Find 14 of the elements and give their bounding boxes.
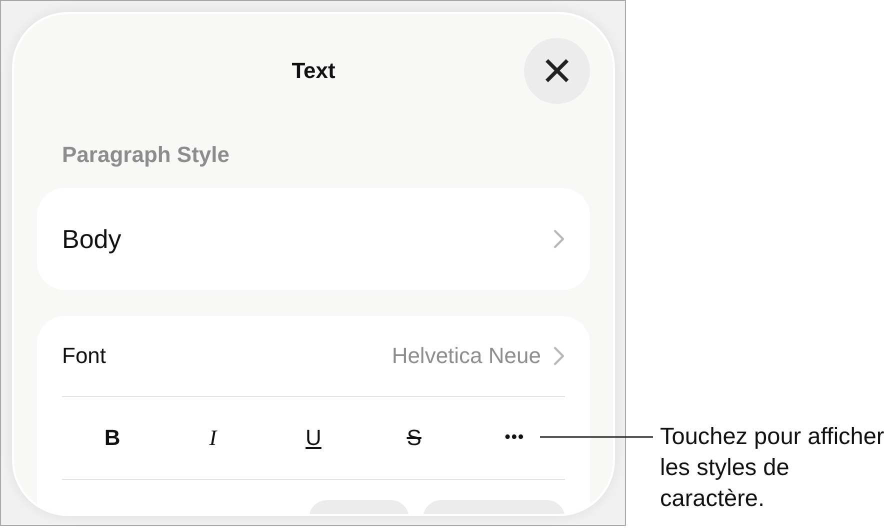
more-button[interactable]: •••	[464, 408, 565, 468]
underline-button[interactable]: U	[263, 408, 364, 468]
chevron-right-icon	[553, 229, 565, 249]
section-label: Paragraph Style	[62, 142, 231, 168]
callout-text: Touchez pour afficher les styles de caractère.	[660, 422, 886, 513]
paragraph-style-value: Body	[62, 224, 122, 254]
bold-button[interactable]: B	[62, 408, 163, 468]
panel-title: Text	[290, 58, 336, 84]
paragraph-style-row[interactable]: Body	[37, 188, 590, 290]
chevron-right-icon	[553, 346, 565, 366]
italic-button[interactable]: I	[162, 408, 264, 468]
font-label: Font	[62, 343, 108, 369]
close-button[interactable]: ×	[524, 38, 590, 104]
strikethrough-button[interactable]: S	[364, 408, 464, 468]
